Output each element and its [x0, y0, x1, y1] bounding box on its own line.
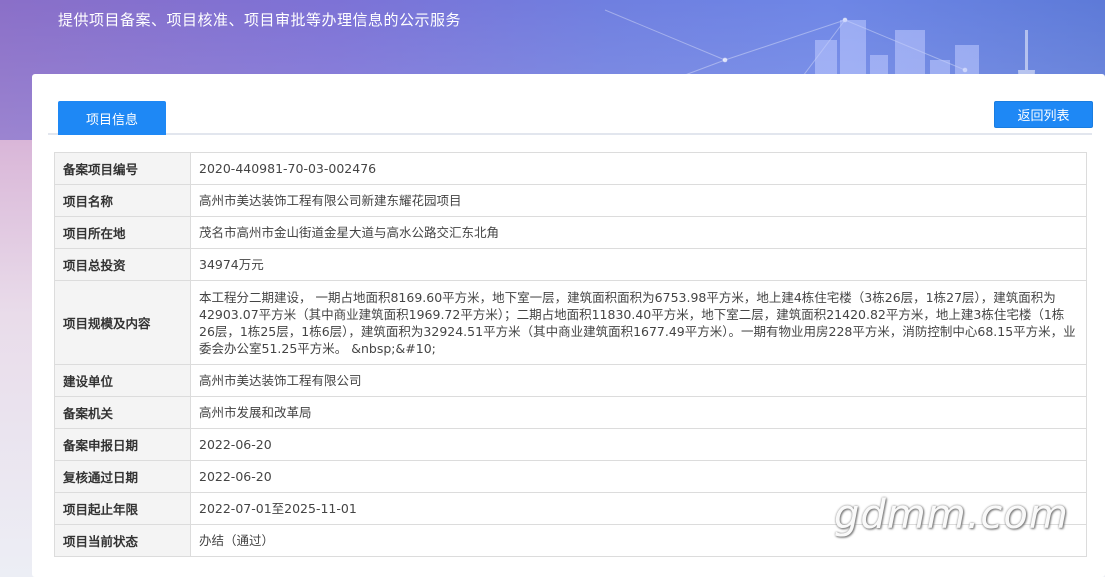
row-value: 2022-06-20 [190, 460, 1087, 493]
table-row: 备案项目编号 2020-440981-70-03-002476 [54, 152, 1087, 185]
row-label: 复核通过日期 [54, 460, 191, 493]
table-row: 复核通过日期 2022-06-20 [54, 460, 1087, 493]
row-value: 34974万元 [190, 248, 1087, 281]
row-label: 项目总投资 [54, 248, 191, 281]
site-watermark: gdmm.com [834, 492, 1069, 538]
row-label: 项目规模及内容 [54, 280, 191, 365]
table-row: 项目名称 高州市美达装饰工程有限公司新建东耀花园项目 [54, 184, 1087, 217]
row-label: 项目名称 [54, 184, 191, 217]
row-value: 2022-06-20 [190, 428, 1087, 461]
page-subtitle: 提供项目备案、项目核准、项目审批等办理信息的公示服务 [58, 11, 462, 29]
table-row: 项目所在地 茂名市高州市金山街道金星大道与高水公路交汇东北角 [54, 216, 1087, 249]
row-label: 备案项目编号 [54, 152, 191, 185]
row-value: 本工程分二期建设， 一期占地面积8169.60平方米，地下室一层，建筑面积面积为… [190, 280, 1087, 365]
row-value: 高州市美达装饰工程有限公司新建东耀花园项目 [190, 184, 1087, 217]
table-row: 项目规模及内容 本工程分二期建设， 一期占地面积8169.60平方米，地下室一层，… [54, 280, 1087, 365]
table-row: 建设单位 高州市美达装饰工程有限公司 [54, 364, 1087, 397]
row-label: 建设单位 [54, 364, 191, 397]
row-label: 项目所在地 [54, 216, 191, 249]
row-label: 项目起止年限 [54, 492, 191, 525]
table-row: 备案申报日期 2022-06-20 [54, 428, 1087, 461]
left-backdrop [0, 140, 32, 577]
row-label: 备案机关 [54, 396, 191, 429]
row-value: 2020-440981-70-03-002476 [190, 152, 1087, 185]
tab-project-info[interactable]: 项目信息 [58, 101, 166, 135]
row-label: 备案申报日期 [54, 428, 191, 461]
tab-bar: 项目信息 [48, 101, 1092, 135]
row-value: 高州市发展和改革局 [190, 396, 1087, 429]
back-to-list-button[interactable]: 返回列表 [994, 101, 1093, 128]
table-row: 项目总投资 34974万元 [54, 248, 1087, 281]
row-label: 项目当前状态 [54, 524, 191, 557]
row-value: 高州市美达装饰工程有限公司 [190, 364, 1087, 397]
row-value: 茂名市高州市金山街道金星大道与高水公路交汇东北角 [190, 216, 1087, 249]
table-row: 备案机关 高州市发展和改革局 [54, 396, 1087, 429]
